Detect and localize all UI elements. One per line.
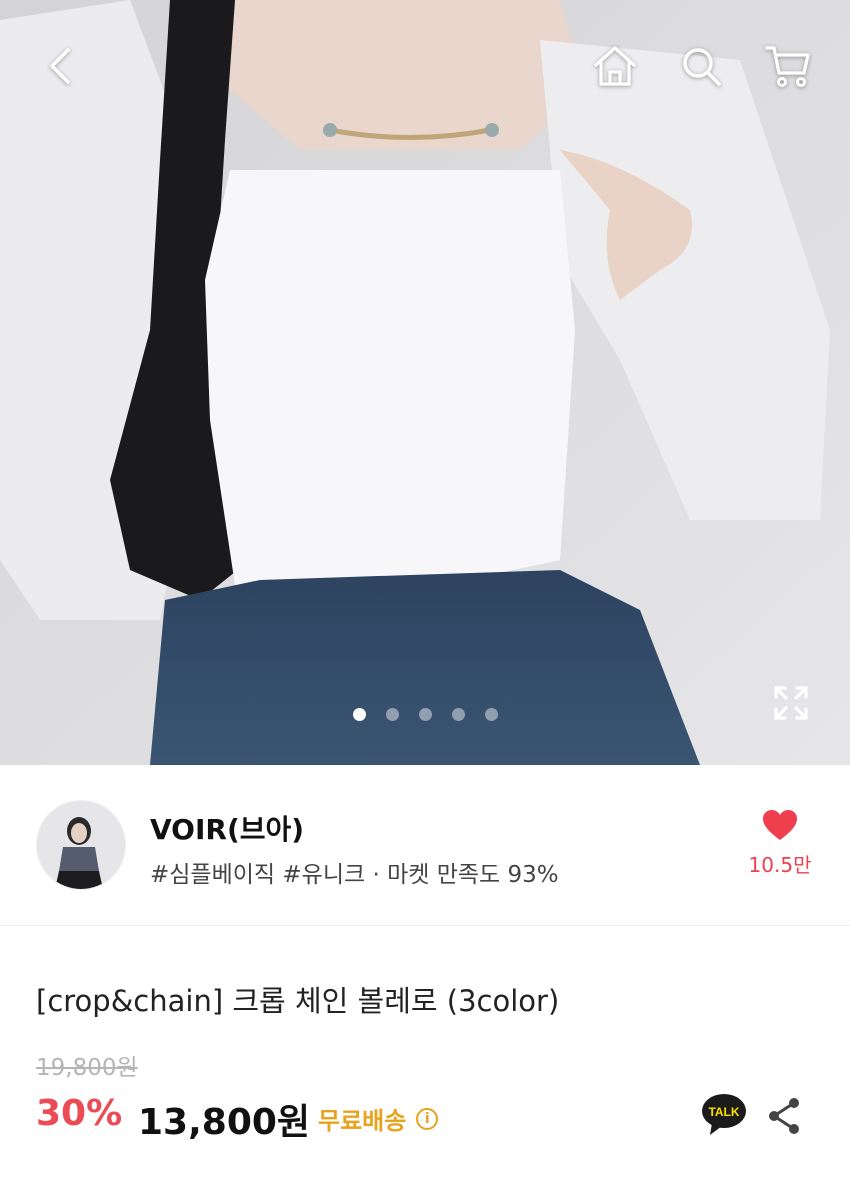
kakao-talk-button[interactable]: TALK (700, 1090, 748, 1138)
pagination-dot[interactable] (352, 708, 366, 721)
like-count: 10.5만 (748, 853, 812, 877)
home-icon (594, 46, 636, 86)
product-title: [crop&chain] 크롭 체인 볼레로 (3color) (36, 984, 560, 1018)
original-price: 19,800원 (36, 1055, 138, 1081)
seller-name[interactable]: VOIR(브아) (150, 808, 304, 848)
seller-info[interactable]: VOIR(브아) #심플베이직 #유니크 · 마켓 만족도 93% 10.5만 (0, 765, 850, 926)
expand-icon (774, 686, 808, 720)
cart-button[interactable] (760, 38, 816, 94)
sale-price: 13,800원 (138, 1102, 311, 1143)
free-shipping-badge[interactable]: 무료배송 i (318, 1101, 439, 1136)
search-icon (683, 48, 721, 86)
cart-icon (765, 46, 810, 87)
info-icon[interactable]: i (416, 1107, 439, 1130)
pagination-dot[interactable] (451, 708, 465, 721)
pagination-dot[interactable] (385, 708, 399, 721)
product-image-gallery[interactable] (0, 0, 850, 765)
expand-image-button[interactable] (768, 680, 814, 726)
product-photo (0, 0, 850, 765)
seller-tags: #심플베이직 #유니크 · 마켓 만족도 93% (150, 862, 559, 888)
heart-icon (763, 810, 797, 840)
talk-label: TALK (708, 1105, 739, 1119)
back-button[interactable] (32, 38, 88, 94)
share-icon (769, 1098, 799, 1134)
gallery-pagination (0, 708, 850, 721)
seller-avatar[interactable] (36, 800, 126, 890)
like-button[interactable]: 10.5만 (738, 809, 822, 878)
back-icon (50, 48, 70, 84)
discount-rate: 30% (36, 1093, 123, 1134)
home-button[interactable] (587, 38, 643, 94)
search-button[interactable] (673, 38, 729, 94)
share-button[interactable] (764, 1094, 804, 1138)
avatar-image (37, 801, 125, 889)
shipping-label: 무료배송 (318, 1107, 407, 1135)
pagination-dot[interactable] (418, 708, 432, 721)
pagination-dot[interactable] (484, 708, 498, 721)
kakao-talk-icon: TALK (702, 1094, 746, 1135)
